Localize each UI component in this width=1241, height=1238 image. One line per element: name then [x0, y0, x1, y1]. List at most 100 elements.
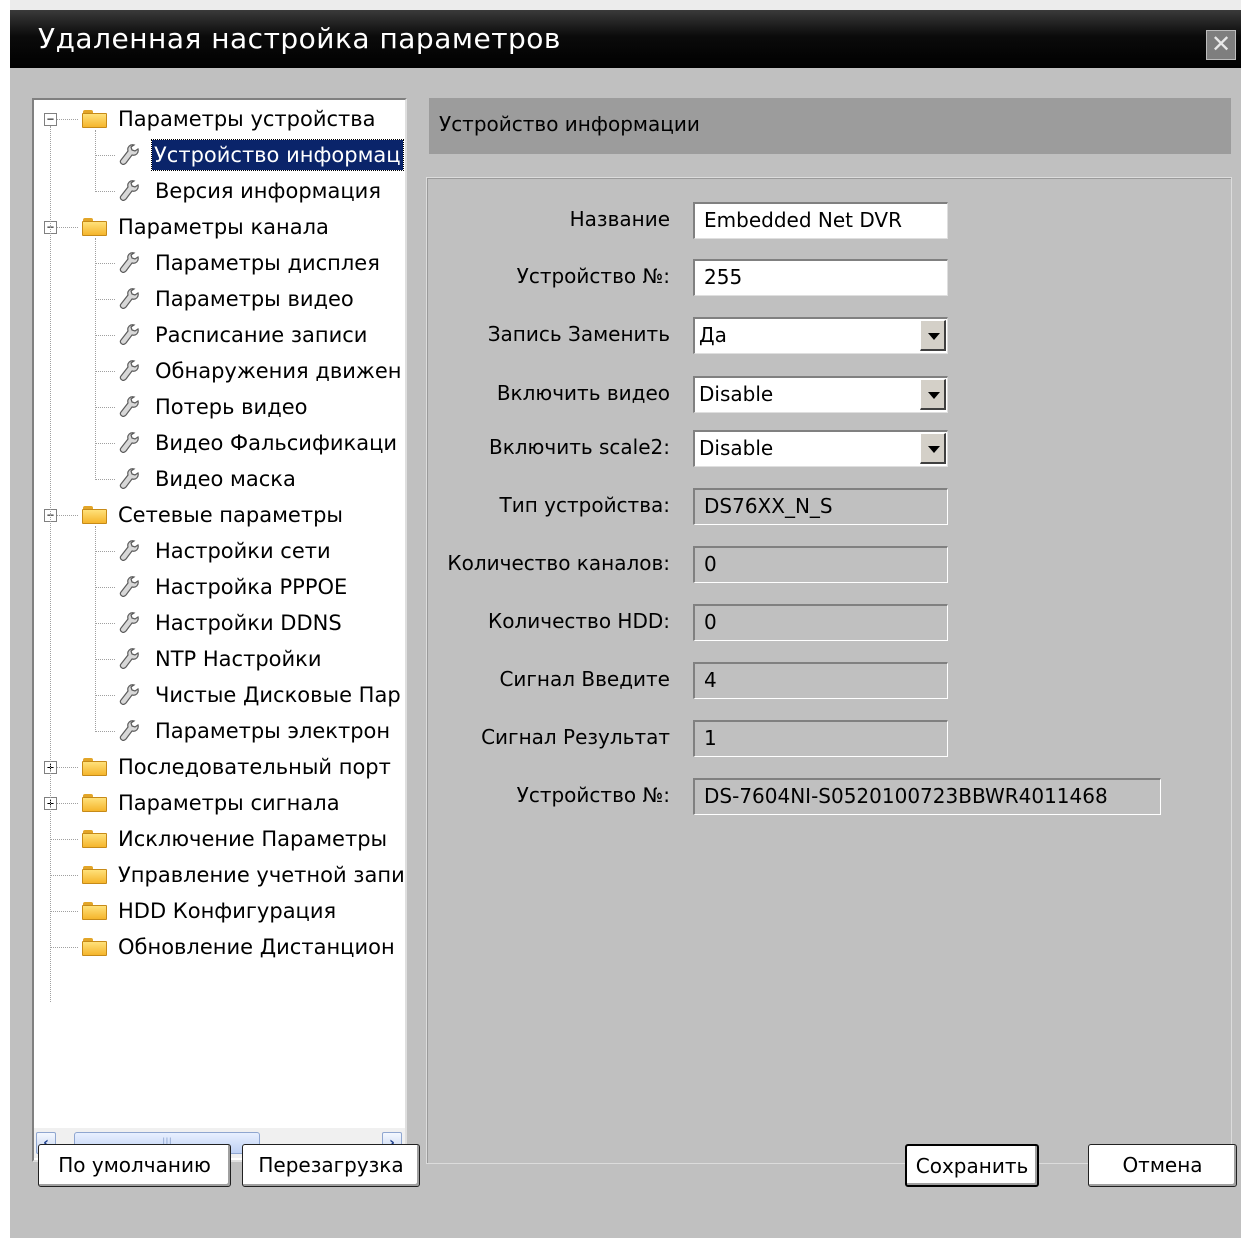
tree-connector [95, 443, 115, 444]
folder-icon [82, 830, 107, 848]
tree-item[interactable]: + Последовательный порт [34, 752, 405, 782]
tree-connector [95, 371, 115, 372]
tree-item-label: Настройки DDNS [155, 611, 342, 635]
tree-item-label-selected: Устройство информац [151, 139, 404, 171]
tree-connector [50, 911, 78, 912]
tree-item[interactable]: Устройство информац [34, 139, 405, 171]
tree-item[interactable]: − Параметры канала [34, 212, 405, 242]
tree-item[interactable]: − Сетевые параметры [34, 500, 405, 530]
tree-item[interactable]: − Параметры устройства [34, 104, 405, 134]
wrench-icon [118, 575, 140, 599]
tree-item-label: Сетевые параметры [118, 503, 343, 527]
wrench-icon [118, 323, 140, 347]
tree-connector [95, 238, 96, 480]
wrench-icon [118, 251, 140, 275]
tree-item-label: Настройка PPPOE [155, 575, 348, 599]
tree-connector [50, 839, 78, 840]
field-label: Тип устройства: [499, 493, 671, 517]
tree-item[interactable]: Видео Фальсификаци [34, 428, 405, 458]
close-button[interactable]: ✕ [1206, 30, 1236, 60]
tree-item[interactable]: Видео маска [34, 464, 405, 494]
tree-item-label: Видео Фальсификаци [155, 431, 398, 455]
reboot-button[interactable]: Перезагрузка [242, 1144, 420, 1187]
tree-item-label: Версия информация [155, 179, 381, 203]
wrench-icon [118, 395, 140, 419]
tree-connector [95, 659, 115, 660]
text-field[interactable]: 255 [693, 259, 948, 296]
section-header: Устройство информации [429, 98, 1231, 154]
tree-connector [95, 155, 115, 156]
wrench-icon [118, 287, 140, 311]
dropdown-select[interactable]: Disable [693, 430, 948, 467]
tree-item[interactable]: Расписание записи [34, 320, 405, 350]
window-title: Удаленная настройка параметров [38, 22, 561, 55]
dropdown-value: Disable [699, 436, 774, 460]
wrench-icon [118, 539, 140, 563]
wrench-icon [118, 179, 140, 203]
wrench-icon [118, 647, 140, 671]
wrench-icon [118, 467, 140, 491]
dropdown-button[interactable] [920, 320, 946, 351]
tree-item-label: HDD Конфигурация [118, 899, 337, 923]
tree-item[interactable]: Обновление Дистанцион [34, 932, 405, 962]
tree-item[interactable]: Настройки сети [34, 536, 405, 566]
tree-item[interactable]: + Параметры сигнала [34, 788, 405, 818]
tree-item-label: Параметры видео [155, 287, 354, 311]
tree-item-label: Чистые Дисковые Пар [155, 683, 401, 707]
tree-item-label: Параметры дисплея [155, 251, 380, 275]
tree-connector [95, 551, 115, 552]
tree-item[interactable]: Параметры дисплея [34, 248, 405, 278]
tree-item[interactable]: Настройка PPPOE [34, 572, 405, 602]
section-title: Устройство информации [439, 112, 700, 136]
tree-item-label: NTP Настройки [155, 647, 322, 671]
tree-connector [95, 587, 115, 588]
tree-connector [95, 335, 115, 336]
folder-icon [82, 866, 107, 884]
tree-connector [95, 731, 115, 732]
tree-item[interactable]: Параметры видео [34, 284, 405, 314]
tree-item-label: Расписание записи [155, 323, 368, 347]
tree-connector [95, 191, 115, 192]
tree-connector [50, 875, 78, 876]
field-label: Устройство №: [516, 264, 670, 288]
tree-item[interactable]: Параметры электрон [34, 716, 405, 746]
wrench-icon [118, 143, 140, 167]
folder-icon [82, 902, 107, 920]
save-button[interactable]: Сохранить [905, 1144, 1039, 1187]
tree-connector [95, 130, 96, 192]
default-button[interactable]: По умолчанию [38, 1144, 231, 1187]
chevron-down-icon [928, 333, 940, 340]
device-info-form: Название Embedded Net DVR Устройство №: 255… [426, 177, 1232, 1164]
text-field[interactable]: Embedded Net DVR [693, 202, 948, 239]
tree-item-label: Параметры электрон [155, 719, 391, 743]
tree-item[interactable]: Исключение Параметры [34, 824, 405, 854]
dropdown-button[interactable] [920, 433, 946, 464]
wrench-icon [118, 611, 140, 635]
cancel-button[interactable]: Отмена [1088, 1144, 1237, 1187]
title-bar[interactable]: Удаленная настройка параметров ✕ [10, 10, 1241, 68]
readonly-field: 0 [693, 604, 948, 641]
folder-icon [82, 794, 107, 812]
tree-item-label: Исключение Параметры [118, 827, 388, 851]
tree-item-label: Потерь видео [155, 395, 308, 419]
tree-item[interactable]: HDD Конфигурация [34, 896, 405, 926]
tree-item-label: Настройки сети [155, 539, 331, 563]
dropdown-button[interactable] [920, 379, 946, 410]
tree-item[interactable]: Версия информация [34, 176, 405, 206]
tree-item[interactable]: Потерь видео [34, 392, 405, 422]
field-label: Сигнал Введите [499, 667, 670, 691]
tree-item[interactable]: Управление учетной запи [34, 860, 405, 890]
field-label: Количество каналов: [447, 551, 670, 575]
tree-item[interactable]: Чистые Дисковые Пар [34, 680, 405, 710]
dropdown-select[interactable]: Да [693, 317, 948, 354]
folder-icon [82, 218, 107, 236]
tree-item[interactable]: Обнаружения движен [34, 356, 405, 386]
tree-item[interactable]: Настройки DDNS [34, 608, 405, 638]
dropdown-select[interactable]: Disable [693, 376, 948, 413]
tree-connector [95, 479, 115, 480]
field-label: Сигнал Результат [481, 725, 670, 749]
collapse-icon[interactable]: − [44, 113, 57, 126]
tree-connector [95, 407, 115, 408]
tree-item[interactable]: NTP Настройки [34, 644, 405, 674]
tree-connector [95, 623, 115, 624]
